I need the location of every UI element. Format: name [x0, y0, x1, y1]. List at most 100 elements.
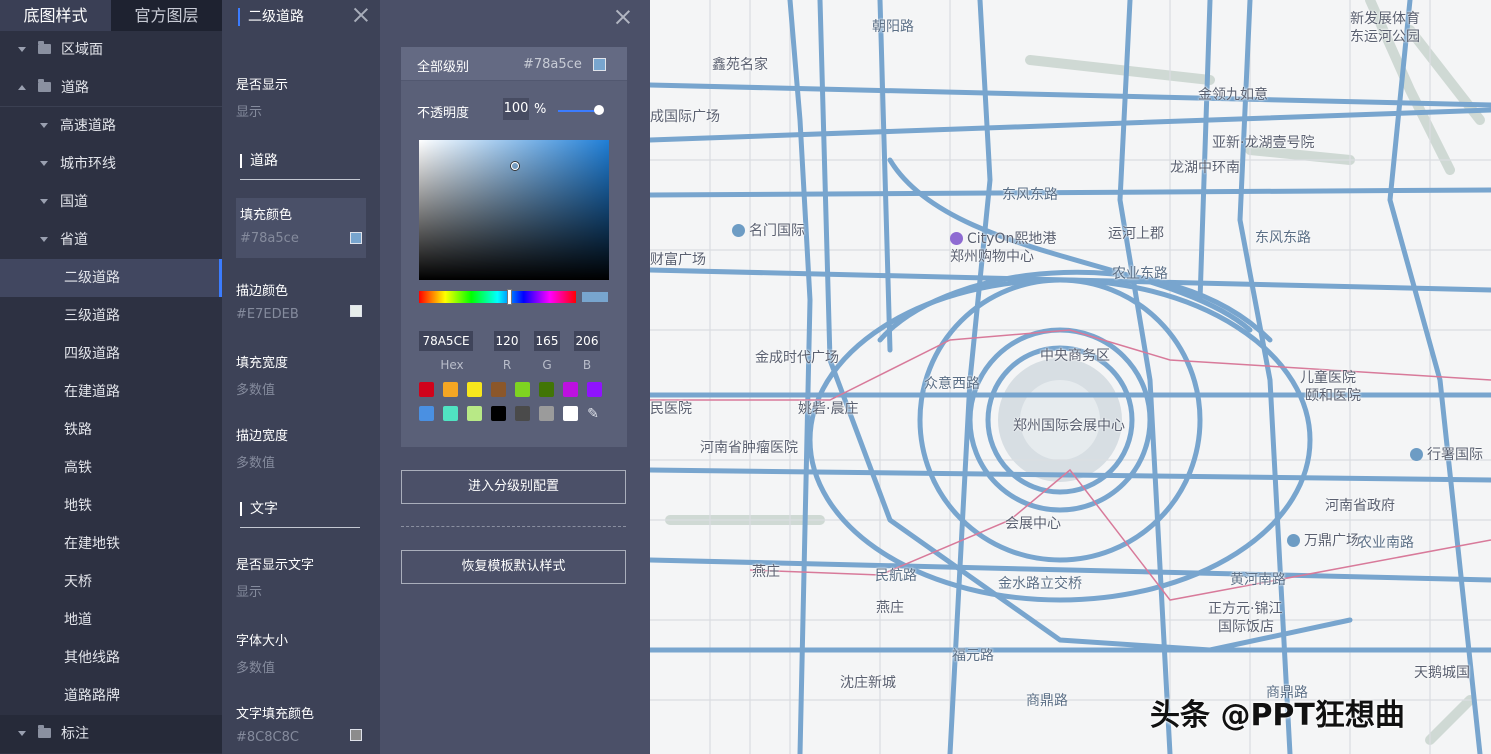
- preset-color-swatch[interactable]: [467, 406, 482, 421]
- map-label[interactable]: 东风东路: [1255, 227, 1311, 247]
- tree-item-provincial-road[interactable]: 省道: [0, 221, 222, 259]
- preset-color-swatch[interactable]: [443, 406, 458, 421]
- tree-item-fourth-road[interactable]: 四级道路: [0, 335, 222, 373]
- map-label[interactable]: 河南省政府: [1325, 495, 1395, 515]
- tree-item-underpass[interactable]: 地道: [0, 601, 222, 639]
- map-label[interactable]: 名门国际: [732, 220, 805, 240]
- map-label[interactable]: 行署国际: [1410, 444, 1483, 464]
- preset-color-swatch[interactable]: [515, 382, 530, 397]
- hex-input[interactable]: 78A5CE: [419, 331, 473, 351]
- tree-item-expressway[interactable]: 高速道路: [0, 107, 222, 145]
- opacity-slider[interactable]: [558, 110, 598, 112]
- map-label[interactable]: 燕庄: [752, 561, 780, 581]
- prop-stroke-color[interactable]: 描边颜色 #E7EDEB: [236, 280, 366, 322]
- prop-text-visibility[interactable]: 是否显示文字 显示: [236, 554, 366, 600]
- map-label[interactable]: 姚砦·晨庄: [798, 398, 858, 418]
- prop-stroke-width[interactable]: 描边宽度 多数值: [236, 425, 366, 471]
- map-label[interactable]: 民航路: [875, 565, 917, 585]
- tree-item-road-signs[interactable]: 道路路牌: [0, 677, 222, 715]
- map-label[interactable]: 正方元·锦江: [1208, 598, 1282, 618]
- saturation-value-area[interactable]: [419, 140, 609, 280]
- map-view[interactable]: 朝阳路 新发展体育 东运河公园鑫苑名家金领九如意成国际广场亚新·龙湖壹号院龙湖中环南…: [650, 0, 1491, 754]
- opacity-slider-thumb[interactable]: [594, 105, 604, 115]
- map-label[interactable]: 金领九如意: [1198, 84, 1268, 104]
- level-selector[interactable]: 全部级别 #78a5ce: [401, 47, 627, 81]
- map-label[interactable]: 郑州购物中心: [950, 246, 1034, 266]
- level-config-button[interactable]: 进入分级别配置: [401, 470, 626, 504]
- map-label[interactable]: 龙湖中环南: [1170, 157, 1240, 177]
- map-label[interactable]: 商鼎路: [1026, 690, 1068, 710]
- map-label[interactable]: 会展中心: [1005, 513, 1061, 533]
- tree-item-railway[interactable]: 铁路: [0, 411, 222, 449]
- chevron-down-icon[interactable]: [40, 122, 48, 128]
- reset-style-button[interactable]: 恢复模板默认样式: [401, 550, 626, 584]
- prop-fill-color[interactable]: 填充颜色 #78a5ce: [236, 198, 366, 258]
- preset-color-swatch[interactable]: [515, 406, 530, 421]
- map-label[interactable]: 民医院: [650, 398, 692, 418]
- tree-item-subway[interactable]: 地铁: [0, 487, 222, 525]
- map-label[interactable]: 鑫苑名家: [712, 54, 768, 74]
- map-label[interactable]: 东运河公园: [1350, 26, 1420, 46]
- chevron-down-icon[interactable]: [40, 236, 48, 242]
- preset-color-swatch[interactable]: [491, 406, 506, 421]
- prop-fill-width[interactable]: 填充宽度 多数值: [236, 352, 366, 398]
- fill-color-swatch[interactable]: [350, 232, 362, 244]
- map-label[interactable]: 成国际广场: [650, 106, 720, 126]
- chevron-down-icon[interactable]: [18, 730, 26, 736]
- stroke-color-swatch[interactable]: [350, 305, 362, 317]
- map-label[interactable]: 新发展体育: [1350, 8, 1420, 28]
- map-label[interactable]: 朝阳路: [872, 16, 914, 36]
- poi-marker-icon[interactable]: [1287, 533, 1300, 547]
- map-label[interactable]: CityOn熙地港: [950, 228, 1056, 248]
- map-label[interactable]: 东风东路: [1002, 184, 1058, 204]
- map-label[interactable]: 亚新·龙湖壹号院: [1212, 132, 1314, 152]
- preset-color-swatch[interactable]: [539, 406, 554, 421]
- poi-marker-icon[interactable]: [1410, 447, 1423, 461]
- preset-color-swatch[interactable]: [443, 382, 458, 397]
- map-label[interactable]: 燕庄: [876, 597, 904, 617]
- preset-color-swatch[interactable]: [563, 382, 578, 397]
- eyedropper-icon[interactable]: ✎: [585, 406, 601, 422]
- map-canvas[interactable]: [650, 0, 1491, 754]
- map-label[interactable]: 河南省肿瘤医院: [700, 437, 798, 457]
- poi-marker-icon[interactable]: [950, 231, 963, 245]
- map-label[interactable]: 众意西路: [924, 373, 980, 393]
- map-label[interactable]: 黄河南路: [1230, 569, 1286, 589]
- tree-item-high-speed-rail[interactable]: 高铁: [0, 449, 222, 487]
- hue-slider-thumb[interactable]: [507, 289, 512, 305]
- tree-item-road[interactable]: 道路: [0, 69, 222, 107]
- blue-input[interactable]: 206: [574, 331, 600, 351]
- prop-font-size[interactable]: 字体大小 多数值: [236, 630, 366, 676]
- saturation-cursor[interactable]: [511, 162, 519, 170]
- preset-color-swatch[interactable]: [587, 382, 602, 397]
- map-label[interactable]: 财富广场: [650, 249, 706, 269]
- prop-text-fill-color[interactable]: 文字填充颜色 #8C8C8C: [236, 703, 366, 745]
- tree-item-overpass[interactable]: 天桥: [0, 563, 222, 601]
- tree-item-ring-road[interactable]: 城市环线: [0, 145, 222, 183]
- map-label[interactable]: 颐和医院: [1305, 385, 1361, 405]
- hue-slider[interactable]: [419, 289, 576, 305]
- opacity-input[interactable]: 100: [503, 98, 529, 120]
- text-fill-color-swatch[interactable]: [350, 729, 362, 741]
- map-label[interactable]: 郑州国际会展中心: [1013, 415, 1125, 435]
- chevron-down-icon[interactable]: [40, 198, 48, 204]
- tree-item-annotation[interactable]: 标注: [0, 715, 222, 753]
- map-label[interactable]: 金水路立交桥: [998, 573, 1082, 593]
- close-icon[interactable]: [614, 8, 632, 26]
- tree-item-tertiary-road[interactable]: 三级道路: [0, 297, 222, 335]
- map-label[interactable]: 农业东路: [1112, 263, 1168, 283]
- map-label[interactable]: 中央商务区: [1040, 345, 1110, 365]
- tree-item-secondary-road[interactable]: 二级道路: [0, 259, 222, 297]
- preset-color-swatch[interactable]: [419, 406, 434, 421]
- preset-color-swatch[interactable]: [467, 382, 482, 397]
- map-label[interactable]: 儿童医院: [1300, 367, 1356, 387]
- prop-visibility-value[interactable]: 显示: [236, 101, 366, 120]
- chevron-down-icon[interactable]: [40, 160, 48, 166]
- tree-item-construction-road[interactable]: 在建道路: [0, 373, 222, 411]
- preset-color-swatch[interactable]: [419, 382, 434, 397]
- chevron-up-icon[interactable]: [18, 84, 26, 90]
- map-label[interactable]: 国际饭店: [1218, 616, 1274, 636]
- map-label[interactable]: 沈庄新城: [840, 672, 896, 692]
- preset-color-swatch[interactable]: [539, 382, 554, 397]
- preset-color-swatch[interactable]: [563, 406, 578, 421]
